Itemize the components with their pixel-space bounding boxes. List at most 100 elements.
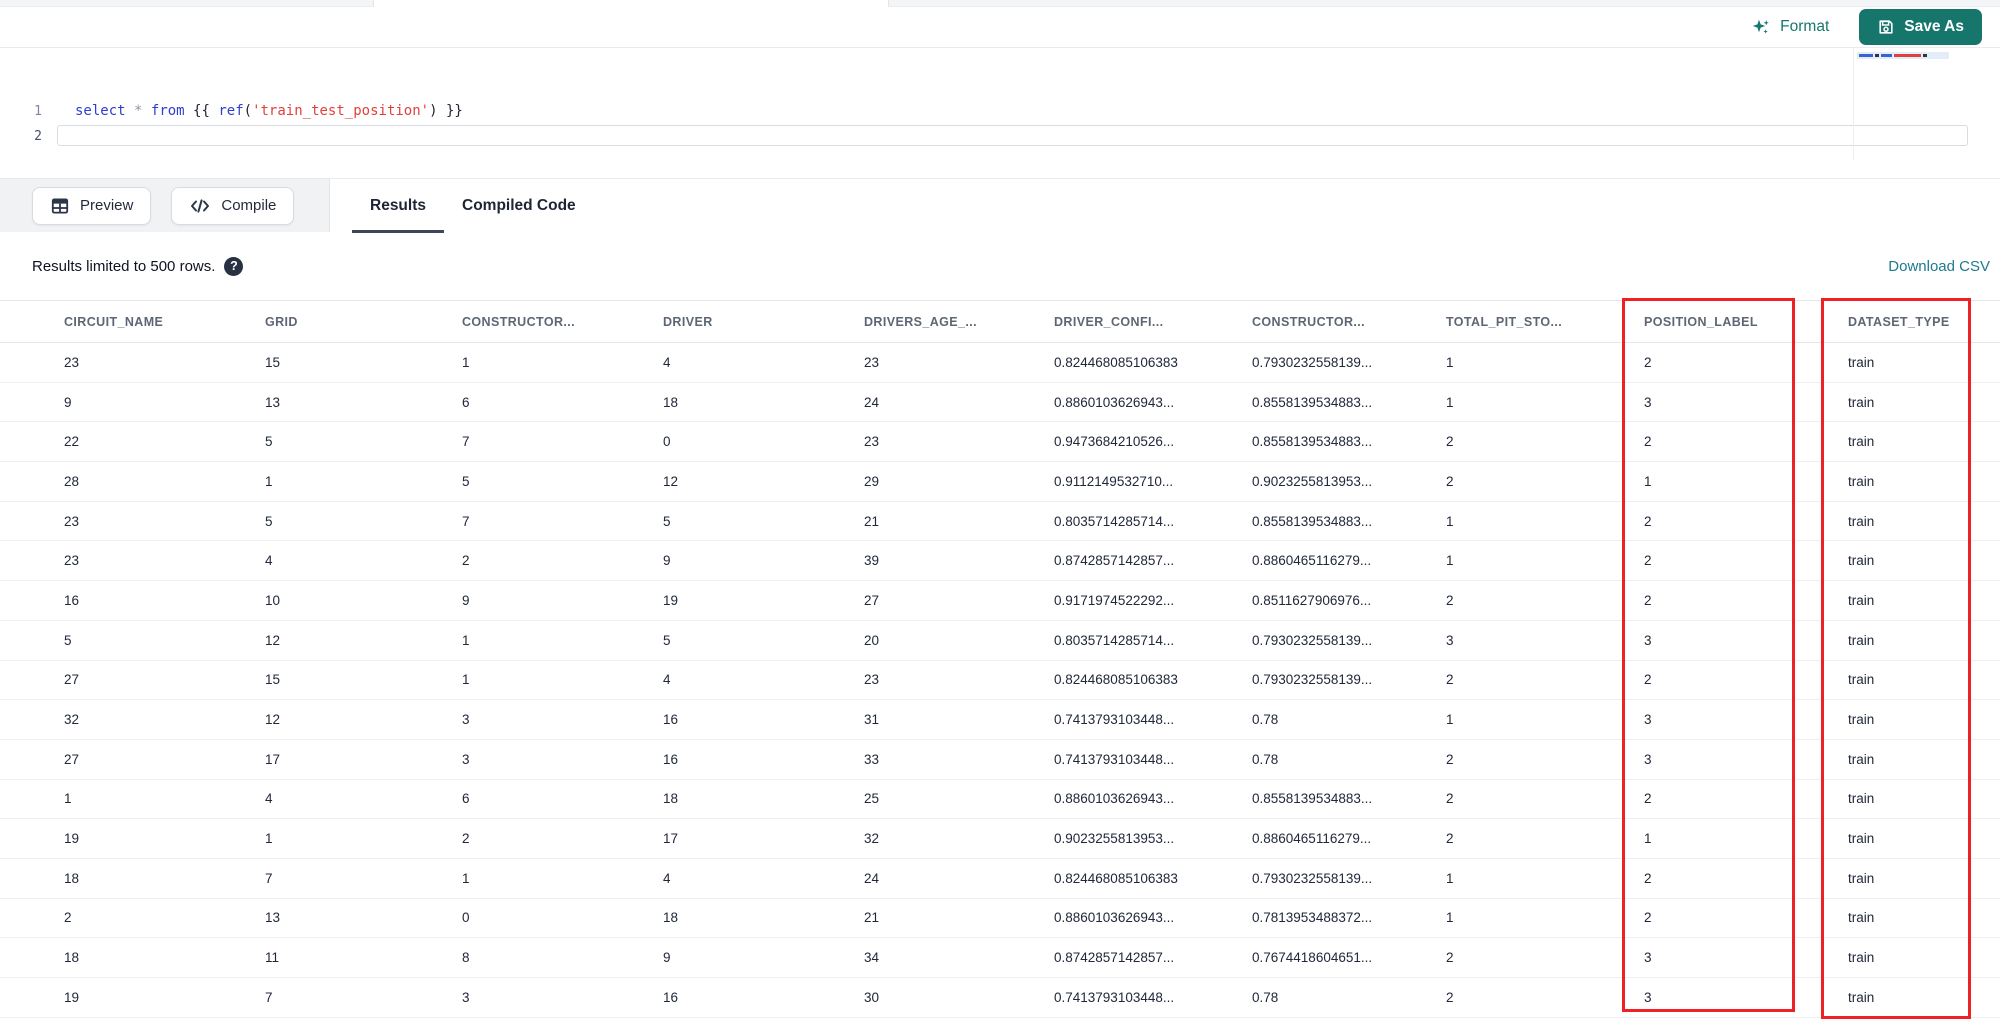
table-cell: 30 <box>864 989 880 1005</box>
table-cell: 0.8742857142857... <box>1054 950 1175 966</box>
table-cell: train <box>1848 513 1875 529</box>
table-cell: 0.78 <box>1252 989 1279 1005</box>
table-row: 23 5 7 5 21 0.8035714285714... 0.8558139534883… <box>0 502 2000 542</box>
editor-minimap[interactable] <box>1853 48 2000 160</box>
table-cell: 34 <box>864 950 880 966</box>
column-header[interactable]: TOTAL_PIT_STO... <box>1446 315 1644 329</box>
preview-button[interactable]: Preview <box>32 186 152 225</box>
table-cell: 1 <box>462 870 470 886</box>
table-header-row: CIRCUIT_NAME GRID CONSTRUCTOR... DRIVER DRIV… <box>0 300 2000 343</box>
tab-compiled-code[interactable]: Compiled Code <box>444 179 594 233</box>
table-row: 2 13 0 18 21 0.8860103626943... 0.781395348837… <box>0 899 2000 939</box>
code-line-1[interactable]: select * from {{ ref('train_test_positio… <box>75 103 463 119</box>
tab-results[interactable]: Results <box>352 179 444 233</box>
table-cell: 7 <box>265 989 273 1005</box>
table-cell: 5 <box>64 632 72 648</box>
table-cell: 2 <box>1644 354 1652 370</box>
table-cell: 3 <box>1644 712 1652 728</box>
column-header[interactable]: DRIVER_CONFI... <box>1054 315 1252 329</box>
table-cell: 0.7674418604651... <box>1252 950 1373 966</box>
table-cell: 1 <box>1644 473 1652 489</box>
column-header[interactable]: CONSTRUCTOR... <box>462 315 663 329</box>
table-cell: 0 <box>663 434 671 450</box>
table-cell: 0.9171974522292... <box>1054 592 1175 608</box>
table-cell: train <box>1848 791 1875 807</box>
table-cell: 19 <box>64 989 80 1005</box>
sql-editor[interactable]: 1 2 select * from {{ ref('train_test_pos… <box>0 48 2000 178</box>
table-cell: 24 <box>864 394 880 410</box>
table-cell: 0.78 <box>1252 751 1279 767</box>
table-cell: 21 <box>864 910 880 926</box>
table-cell: 2 <box>1644 791 1652 807</box>
table-cell: 13 <box>265 394 281 410</box>
table-cell: 18 <box>64 870 80 886</box>
table-row: 27 15 1 4 23 0.824468085106383 0.7930232558139… <box>0 661 2000 701</box>
jinja-open-braces: {{ <box>193 103 210 119</box>
save-as-button-label: Save As <box>1904 18 1964 35</box>
table-cell: 1 <box>265 473 273 489</box>
table-cell: 0.9112149532710... <box>1054 473 1174 489</box>
results-table: CIRCUIT_NAME GRID CONSTRUCTOR... DRIVER DRIV… <box>0 300 2000 1018</box>
table-cell: train <box>1848 592 1875 608</box>
table-cell: 0.9023255813953... <box>1054 831 1175 847</box>
help-icon[interactable]: ? <box>224 256 244 276</box>
table-row: 18 11 8 9 34 0.8742857142857... 0.767441860465… <box>0 938 2000 978</box>
table-cell: 2 <box>1446 473 1454 489</box>
table-cell: 27 <box>64 751 80 767</box>
table-cell: 2 <box>1446 950 1454 966</box>
table-cell: 23 <box>864 354 880 370</box>
table-cell: 2 <box>1446 831 1454 847</box>
table-cell: 2 <box>1446 791 1454 807</box>
table-cell: 0.8511627906976... <box>1252 592 1372 608</box>
table-cell: 27 <box>64 672 80 688</box>
table-row: 28 1 5 12 29 0.9112149532710... 0.902325581395… <box>0 462 2000 502</box>
table-cell: 0.8742857142857... <box>1054 553 1175 569</box>
table-cell: train <box>1848 831 1875 847</box>
actions-row: Preview Compile Results Compiled Code <box>0 178 2000 233</box>
table-cell: 9 <box>64 394 72 410</box>
column-header[interactable]: CONSTRUCTOR... <box>1252 315 1446 329</box>
column-header[interactable]: GRID <box>265 315 462 329</box>
table-cell: 5 <box>265 513 273 529</box>
table-cell: 2 <box>1644 672 1652 688</box>
table-cell: train <box>1848 989 1875 1005</box>
sql-star: * <box>134 103 143 119</box>
column-header[interactable]: CIRCUIT_NAME <box>64 315 265 329</box>
table-cell: 3 <box>462 712 470 728</box>
table-cell: 13 <box>265 910 281 926</box>
active-tab-underline <box>352 230 444 233</box>
table-cell: 0.8860103626943... <box>1054 910 1175 926</box>
table-cell: 0.7930232558139... <box>1252 354 1373 370</box>
table-cell: train <box>1848 632 1875 648</box>
download-csv-link[interactable]: Download CSV <box>1888 258 1990 275</box>
table-cell: 18 <box>663 394 679 410</box>
table-cell: 1 <box>1446 870 1454 886</box>
column-header[interactable]: DATASET_TYPE <box>1848 315 2000 329</box>
tab-compiled-code-label: Compiled Code <box>462 197 576 214</box>
paren-open: ( <box>243 103 253 119</box>
table-cell: 1 <box>1446 354 1454 370</box>
table-cell: 2 <box>64 910 72 926</box>
compile-button[interactable]: Compile <box>171 186 295 225</box>
column-header[interactable]: POSITION_LABEL <box>1644 315 1848 329</box>
table-cell: 15 <box>265 672 281 688</box>
table-cell: 16 <box>663 751 679 767</box>
format-button[interactable]: Format <box>1751 17 1829 37</box>
code-icon <box>191 198 210 213</box>
table-cell: 16 <box>663 712 679 728</box>
table-cell: 0.7813953488372... <box>1252 910 1373 926</box>
active-file-tab[interactable] <box>373 0 889 7</box>
save-icon <box>1879 20 1893 34</box>
table-cell: 1 <box>462 632 470 648</box>
table-cell: 16 <box>64 592 80 608</box>
save-as-button[interactable]: Save As <box>1859 9 1982 45</box>
table-cell: 0.8860465116279... <box>1252 553 1372 569</box>
column-header[interactable]: DRIVER <box>663 315 864 329</box>
table-cell: 23 <box>64 354 80 370</box>
table-cell: 17 <box>663 831 679 847</box>
table-cell: 1 <box>1644 831 1652 847</box>
table-cell: 3 <box>462 989 470 1005</box>
column-header[interactable]: DRIVERS_AGE_... <box>864 315 1054 329</box>
table-cell: 6 <box>462 394 470 410</box>
table-cell: 17 <box>265 751 281 767</box>
